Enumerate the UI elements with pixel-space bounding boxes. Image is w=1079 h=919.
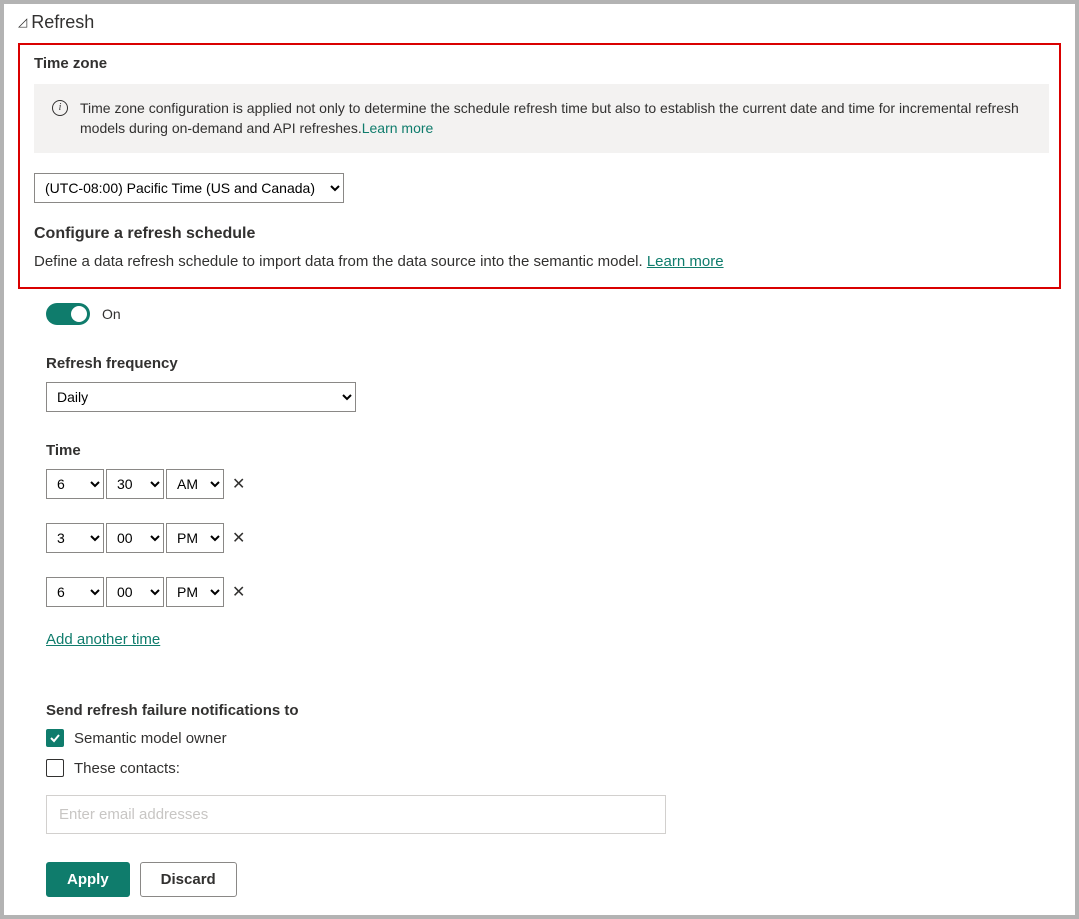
time-label: Time bbox=[46, 442, 1061, 459]
time-hour-select[interactable]: 6 bbox=[46, 469, 104, 499]
toggle-label: On bbox=[102, 306, 121, 322]
apply-button[interactable]: Apply bbox=[46, 862, 130, 897]
time-row: 6 00 PM ✕ bbox=[46, 577, 1061, 607]
remove-time-icon[interactable]: ✕ bbox=[232, 474, 245, 494]
notify-contacts-checkbox[interactable] bbox=[46, 759, 64, 777]
schedule-desc-text: Define a data refresh schedule to import… bbox=[34, 253, 647, 270]
schedule-toggle[interactable] bbox=[46, 303, 90, 325]
collapse-triangle-icon: ◿ bbox=[18, 15, 27, 29]
time-minute-select[interactable]: 30 bbox=[106, 469, 164, 499]
schedule-description: Define a data refresh schedule to import… bbox=[34, 251, 1049, 274]
schedule-learn-more-link[interactable]: Learn more bbox=[647, 253, 724, 270]
add-time-link[interactable]: Add another time bbox=[46, 631, 160, 648]
header-title: Refresh bbox=[31, 12, 94, 33]
notify-owner-label: Semantic model owner bbox=[74, 730, 227, 747]
time-hour-select[interactable]: 3 bbox=[46, 523, 104, 553]
notify-label: Send refresh failure notifications to bbox=[46, 702, 1061, 719]
contacts-email-input[interactable] bbox=[46, 795, 666, 834]
info-text: Time zone configuration is applied not o… bbox=[80, 98, 1031, 139]
time-minute-select[interactable]: 00 bbox=[106, 577, 164, 607]
time-hour-select[interactable]: 6 bbox=[46, 577, 104, 607]
timezone-label: Time zone bbox=[34, 55, 1049, 72]
notify-owner-checkbox[interactable] bbox=[46, 729, 64, 747]
info-banner: i Time zone configuration is applied not… bbox=[34, 84, 1049, 153]
frequency-label: Refresh frequency bbox=[46, 355, 1061, 372]
time-ampm-select[interactable]: PM bbox=[166, 577, 224, 607]
remove-time-icon[interactable]: ✕ bbox=[232, 582, 245, 602]
timezone-select[interactable]: (UTC-08:00) Pacific Time (US and Canada) bbox=[34, 173, 344, 203]
time-ampm-select[interactable]: PM bbox=[166, 523, 224, 553]
highlight-box: Time zone i Time zone configuration is a… bbox=[18, 43, 1061, 289]
info-message: Time zone configuration is applied not o… bbox=[80, 100, 1019, 136]
time-minute-select[interactable]: 00 bbox=[106, 523, 164, 553]
section-header[interactable]: ◿ Refresh bbox=[18, 12, 1061, 33]
time-ampm-select[interactable]: AM bbox=[166, 469, 224, 499]
frequency-select[interactable]: Daily bbox=[46, 382, 356, 412]
discard-button[interactable]: Discard bbox=[140, 862, 237, 897]
schedule-heading: Configure a refresh schedule bbox=[34, 225, 1049, 243]
time-row: 3 00 PM ✕ bbox=[46, 523, 1061, 553]
timezone-learn-more-link[interactable]: Learn more bbox=[362, 120, 434, 136]
notify-contacts-label: These contacts: bbox=[74, 760, 180, 777]
time-row: 6 30 AM ✕ bbox=[46, 469, 1061, 499]
info-icon: i bbox=[52, 100, 68, 116]
remove-time-icon[interactable]: ✕ bbox=[232, 528, 245, 548]
